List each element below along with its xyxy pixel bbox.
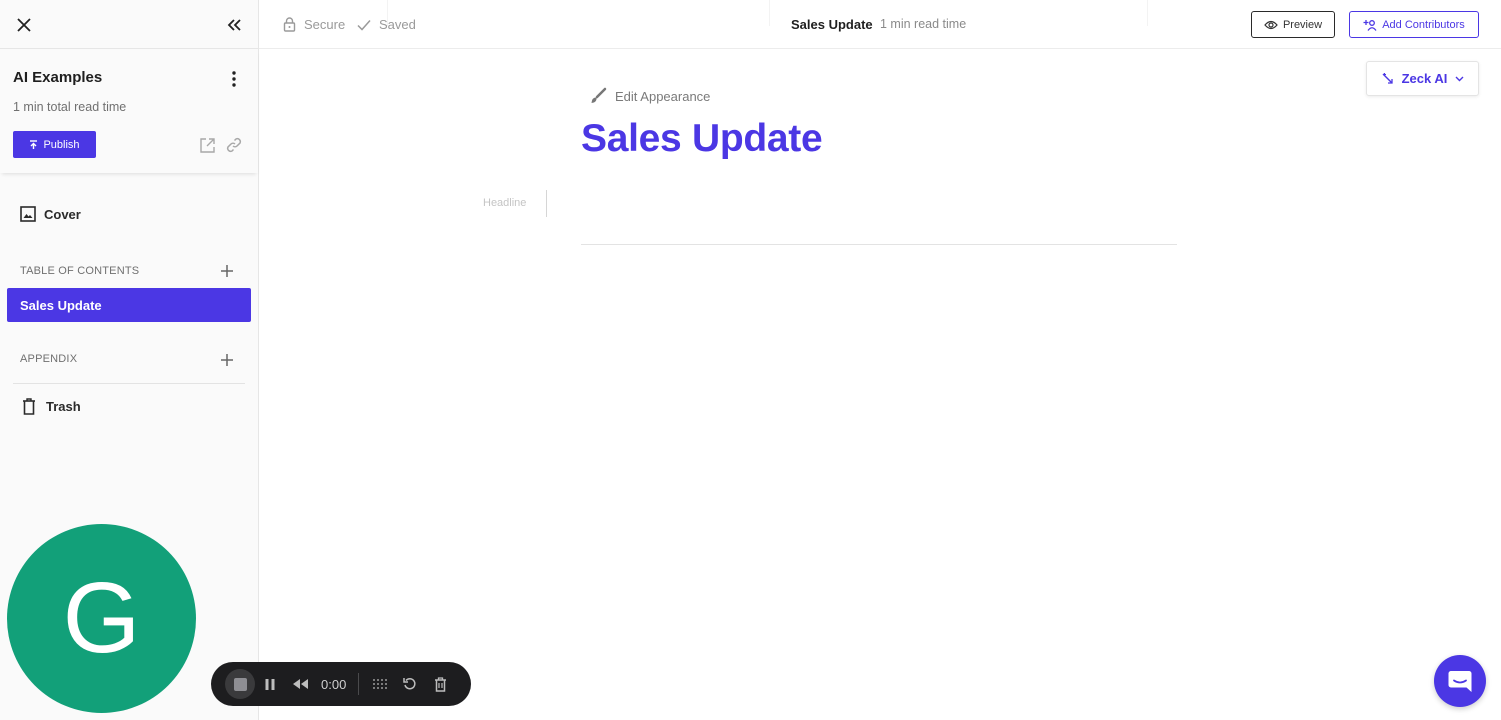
recording-timer: 0:00 bbox=[321, 676, 347, 692]
recorder-separator bbox=[358, 673, 360, 695]
preview-button[interactable]: Preview bbox=[1251, 11, 1335, 38]
secure-status: Secure bbox=[283, 17, 345, 32]
toc-item-sales-update[interactable]: Sales Update bbox=[7, 288, 251, 322]
headline-label: Headline bbox=[483, 197, 527, 209]
add-user-icon bbox=[1363, 19, 1377, 31]
delete-recording-icon[interactable] bbox=[425, 669, 455, 699]
avatar[interactable]: G bbox=[7, 524, 196, 713]
publish-icon bbox=[30, 139, 38, 149]
appendix-heading: APPENDIX bbox=[20, 353, 78, 365]
secure-label: Secure bbox=[304, 17, 346, 32]
chevron-down-icon bbox=[1455, 76, 1464, 81]
recording-toolbar: 0:00 bbox=[211, 662, 471, 706]
pause-icon[interactable] bbox=[255, 669, 285, 699]
toc-heading: TABLE OF CONTENTS bbox=[20, 265, 140, 277]
copy-link-icon[interactable] bbox=[224, 135, 244, 155]
total-read-time: 1 min total read time bbox=[13, 100, 127, 114]
add-section-icon[interactable] bbox=[218, 262, 236, 280]
document-title: AI Examples bbox=[13, 69, 103, 86]
stop-recording-button[interactable] bbox=[225, 669, 255, 699]
restart-icon[interactable] bbox=[395, 669, 425, 699]
zeck-ai-button[interactable]: Zeck AI bbox=[1366, 61, 1479, 96]
sidebar-toolbar bbox=[0, 0, 258, 49]
edit-appearance-label: Edit Appearance bbox=[615, 88, 711, 104]
collapse-sidebar-icon[interactable] bbox=[222, 13, 246, 37]
content-divider bbox=[581, 244, 1177, 245]
open-external-icon[interactable] bbox=[197, 135, 217, 155]
trash-icon bbox=[23, 398, 35, 415]
check-icon bbox=[357, 19, 371, 31]
headline-input[interactable] bbox=[556, 190, 1156, 217]
add-contributors-label: Add Contributors bbox=[1382, 18, 1465, 31]
lock-icon bbox=[283, 17, 296, 32]
add-appendix-icon[interactable] bbox=[218, 351, 236, 369]
edit-appearance-button[interactable]: Edit Appearance bbox=[589, 87, 710, 105]
sidebar: AI Examples 1 min total read time Publis… bbox=[0, 0, 259, 720]
rewind-icon[interactable] bbox=[285, 669, 315, 699]
publish-button[interactable]: Publish bbox=[13, 131, 96, 158]
saved-label: Saved bbox=[379, 17, 416, 32]
topbar-divider bbox=[769, 0, 770, 26]
section-title[interactable]: Sales Update bbox=[581, 117, 823, 161]
add-contributors-button[interactable]: Add Contributors bbox=[1349, 11, 1479, 38]
document-header: AI Examples 1 min total read time Publis… bbox=[0, 49, 258, 173]
image-icon bbox=[20, 206, 36, 222]
more-options-icon[interactable] bbox=[224, 69, 244, 89]
preview-label: Preview bbox=[1282, 18, 1323, 31]
saved-status: Saved bbox=[357, 17, 416, 32]
publish-label: Publish bbox=[43, 138, 80, 151]
trash-label: Trash bbox=[46, 399, 81, 414]
top-bar: Secure Saved Sales Update 1 min read tim… bbox=[259, 0, 1501, 49]
sidebar-divider bbox=[13, 383, 245, 384]
trash-item[interactable]: Trash bbox=[22, 398, 81, 415]
cover-label: Cover bbox=[44, 206, 81, 222]
chat-icon bbox=[1448, 671, 1472, 692]
zeck-ai-label: Zeck AI bbox=[1401, 71, 1448, 86]
headline-cursor-bar bbox=[546, 190, 547, 217]
eye-icon bbox=[1264, 20, 1278, 29]
read-time: 1 min read time bbox=[880, 17, 967, 31]
drag-handle-icon[interactable] bbox=[365, 669, 395, 699]
close-icon[interactable] bbox=[12, 13, 36, 37]
sparkle-icon bbox=[1382, 73, 1393, 84]
topbar-divider bbox=[1147, 0, 1148, 26]
paintbrush-icon bbox=[591, 87, 607, 103]
chat-support-button[interactable] bbox=[1434, 655, 1486, 707]
page-title: Sales Update bbox=[791, 17, 873, 32]
cover-item[interactable]: Cover bbox=[20, 206, 81, 222]
